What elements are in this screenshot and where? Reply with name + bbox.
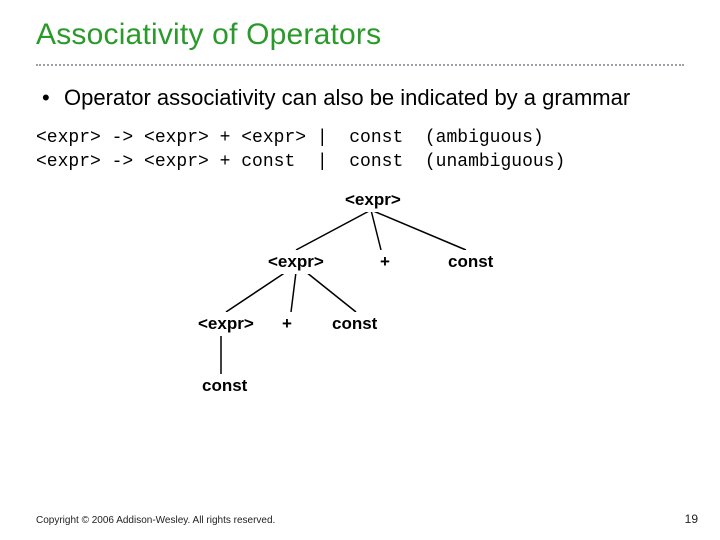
tree-node-const: const <box>442 250 499 274</box>
slide: Associativity of Operators Operator asso… <box>0 0 720 540</box>
tree-node-const: const <box>196 374 253 398</box>
parse-tree: <expr> <expr> + const <expr> + const con… <box>36 188 684 448</box>
tree-node-plus: + <box>276 312 298 336</box>
tree-node-expr: <expr> <box>192 312 260 336</box>
tree-node-expr: <expr> <box>262 250 330 274</box>
page-number: 19 <box>685 512 698 526</box>
slide-title: Associativity of Operators <box>36 18 684 52</box>
tree-node-plus: + <box>374 250 396 274</box>
bullet-list: Operator associativity can also be indic… <box>42 84 684 112</box>
grammar-line-1: <expr> -> <expr> + <expr> | const (ambig… <box>36 128 544 148</box>
title-divider <box>36 64 684 66</box>
grammar-line-2: <expr> -> <expr> + const | const (unambi… <box>36 152 565 172</box>
bullet-item: Operator associativity can also be indic… <box>42 84 684 112</box>
grammar-block: <expr> -> <expr> + <expr> | const (ambig… <box>36 126 684 175</box>
tree-node-const: const <box>326 312 383 336</box>
copyright-footer: Copyright © 2006 Addison-Wesley. All rig… <box>36 515 275 526</box>
tree-node-expr: <expr> <box>339 188 407 212</box>
